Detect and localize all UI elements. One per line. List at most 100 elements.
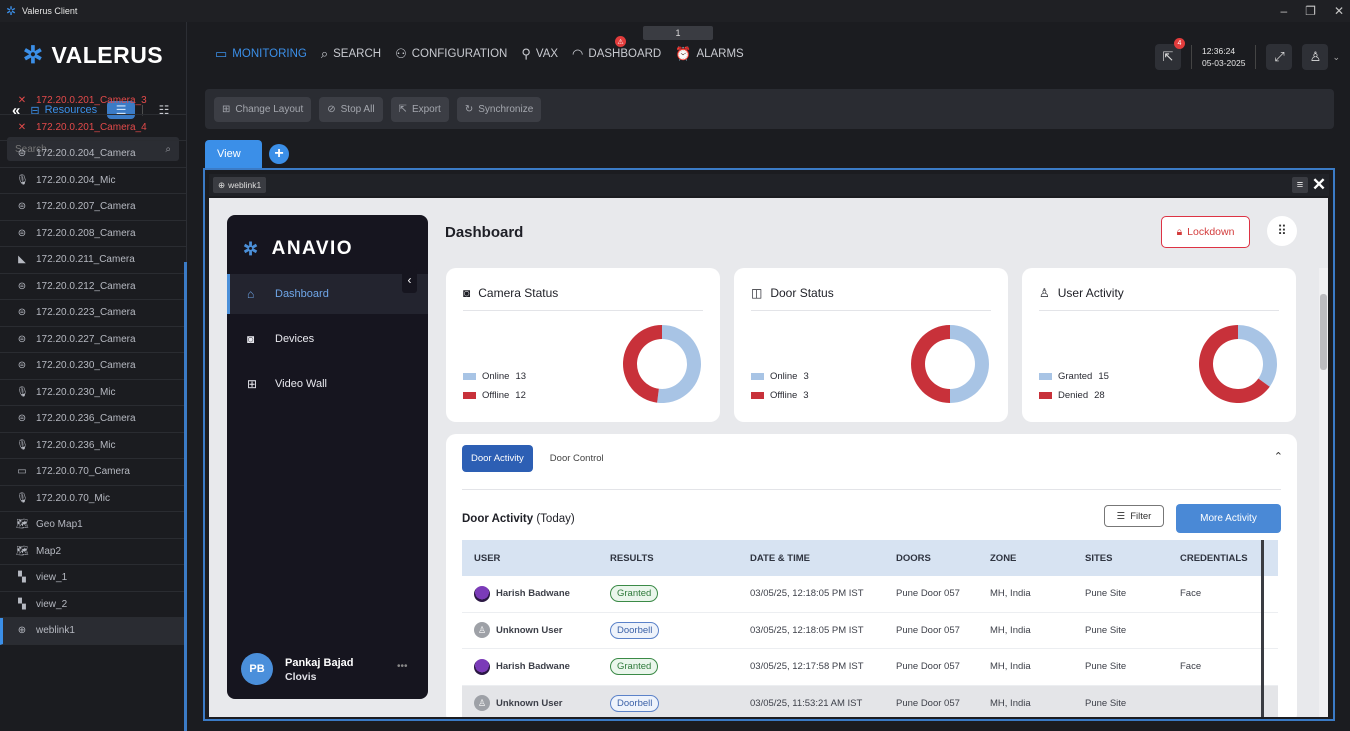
- sidebar-collapse-button[interactable]: ‹: [402, 267, 417, 293]
- table-scrollbar[interactable]: [1261, 540, 1264, 717]
- synchronize-button[interactable]: ↻ Synchronize: [456, 96, 542, 122]
- donut-slice-granted[interactable]: [1238, 325, 1277, 387]
- table-row[interactable]: ♙ Unknown User Doorbell 03/05/25, 11:53:21 …: [462, 685, 1278, 717]
- door-activity-panel: Door Activity Door Control ⌃ Door Activi…: [446, 434, 1297, 717]
- resource-item[interactable]: ▭ 172.20.0.70_Camera: [0, 459, 186, 486]
- user-name: Pankaj Bajad: [285, 656, 354, 669]
- resource-item[interactable]: ⊜ 172.20.0.230_Camera: [0, 353, 186, 380]
- dome-camera-icon: ⊜: [17, 148, 27, 160]
- resource-item[interactable]: ⊕ weblink1: [0, 618, 186, 645]
- resource-item[interactable]: ⊜ 172.20.0.223_Camera: [0, 300, 186, 327]
- nav-vax[interactable]: ⚲ VAX: [521, 46, 558, 62]
- anavio-logo: ✲ ANAVIO: [243, 238, 353, 260]
- col-doors[interactable]: DOORS: [896, 553, 990, 564]
- nav-search[interactable]: ⌕ SEARCH: [321, 46, 381, 62]
- resource-item[interactable]: ⊜ 172.20.0.236_Camera: [0, 406, 186, 433]
- resource-item[interactable]: ▚ view_1: [0, 565, 186, 592]
- resource-item[interactable]: 🎙︎ 172.20.0.204_Mic: [0, 168, 186, 194]
- weblink-header: ⊕ weblink1 ≡ ✕: [209, 174, 1329, 196]
- nav-label: SEARCH: [333, 48, 382, 60]
- change-layout-button[interactable]: ⊞ Change Layout: [214, 96, 312, 122]
- close-tile-button[interactable]: ✕: [1311, 175, 1327, 194]
- resource-label: view_1: [36, 572, 68, 584]
- resource-item[interactable]: ⊜ 172.20.0.208_Camera: [0, 221, 186, 247]
- menu-item-video-wall[interactable]: ⊞ Video Wall: [227, 364, 428, 404]
- resource-item[interactable]: ✕ 172.20.0.201_Camera_4: [0, 115, 186, 141]
- nav-configuration[interactable]: ⚇ CONFIGURATION: [395, 46, 507, 62]
- resource-item[interactable]: 🎙︎ 172.20.0.236_Mic: [0, 433, 186, 459]
- more-activity-button[interactable]: More Activity: [1176, 504, 1281, 533]
- resource-item[interactable]: ▚ view_2: [0, 592, 186, 618]
- user-more-button[interactable]: •••: [397, 661, 408, 672]
- view-tab[interactable]: View: [205, 140, 262, 168]
- resource-item[interactable]: 🗺︎ Geo Map1: [0, 512, 186, 539]
- resource-label: 172.20.0.236_Mic: [36, 439, 116, 451]
- resource-item[interactable]: ◣ 172.20.0.211_Camera: [0, 247, 186, 274]
- activity-title-text: Door Activity: [462, 513, 534, 525]
- stop-all-button[interactable]: ⊘ Stop All: [319, 96, 383, 122]
- col-sites[interactable]: SITES: [1085, 553, 1180, 564]
- nav-monitoring[interactable]: ▭ MONITORING: [215, 46, 307, 62]
- chevron-down-icon[interactable]: ⌄: [1332, 52, 1340, 63]
- user-icon: ♙: [1039, 286, 1050, 300]
- camera-offline-icon: ✕: [17, 121, 27, 133]
- tab-door-activity[interactable]: Door Activity: [462, 445, 533, 472]
- legend-granted: Granted 15: [1039, 371, 1109, 382]
- lockdown-button[interactable]: 🔒︎ Lockdown: [1161, 216, 1250, 248]
- resource-item[interactable]: 🎙︎ 172.20.0.70_Mic: [0, 486, 186, 512]
- chevron-up-icon[interactable]: ⌃: [1274, 450, 1283, 463]
- export-button[interactable]: ⇱ Export: [390, 96, 449, 122]
- user-menu-button[interactable]: ♙: [1302, 44, 1329, 70]
- col-datetime[interactable]: DATE & TIME: [750, 553, 896, 564]
- donut-slice-offline[interactable]: [623, 325, 662, 403]
- resource-item[interactable]: ⊜ 172.20.0.207_Camera: [0, 194, 186, 221]
- home-icon: ⌂: [247, 287, 255, 301]
- resource-item[interactable]: ⊜ 172.20.0.212_Camera: [0, 274, 186, 300]
- brand-logo: ✲ VALERUS: [0, 22, 187, 88]
- legend-value: 28: [1094, 390, 1105, 401]
- nav-alarms[interactable]: ⏰ ALARMS: [675, 46, 743, 62]
- microphone-icon: 🎙︎: [16, 492, 29, 504]
- view-frame: ⊕ weblink1 ≡ ✕ ✲ ANAVIO ⌂ Dashboard ◙ De…: [203, 168, 1335, 721]
- table-row[interactable]: ♙ Unknown User Doorbell 03/05/25, 12:18:05 …: [462, 613, 1278, 649]
- minimize-button[interactable]: –: [1280, 4, 1287, 18]
- resource-item[interactable]: 🎙︎ 172.20.0.230_Mic: [0, 380, 186, 406]
- table-row[interactable]: Harish Badwane Granted 03/05/25, 12:17:58 …: [462, 649, 1278, 686]
- resource-scrollbar[interactable]: [184, 262, 187, 731]
- menu-item-devices[interactable]: ◙ Devices: [227, 319, 428, 359]
- filter-button[interactable]: ☰ Filter: [1104, 505, 1164, 527]
- button-label: Change Layout: [235, 103, 304, 115]
- microphone-icon: 🎙︎: [16, 386, 29, 398]
- resource-label: 172.20.0.227_Camera: [36, 333, 136, 345]
- col-user[interactable]: USER: [462, 553, 610, 564]
- resource-item[interactable]: 🗺︎ Map2: [0, 539, 186, 565]
- add-view-button[interactable]: +: [269, 144, 289, 164]
- tile-menu-button[interactable]: ≡: [1292, 177, 1308, 193]
- resource-item[interactable]: ⊜ 172.20.0.204_Camera: [0, 141, 186, 168]
- apps-grid-button[interactable]: ⠿: [1267, 216, 1297, 246]
- resource-item[interactable]: ✕ 172.20.0.201_Camera_3: [0, 88, 186, 115]
- user-profile[interactable]: PB Pankaj Bajad Clovis: [241, 653, 353, 685]
- resource-item[interactable]: ⊜ 172.20.0.227_Camera: [0, 327, 186, 353]
- legend-value: 12: [515, 390, 526, 401]
- col-zone[interactable]: ZONE: [990, 553, 1085, 564]
- tab-door-control[interactable]: Door Control: [541, 445, 613, 472]
- donut-slice-offline[interactable]: [911, 325, 950, 403]
- table-row[interactable]: Harish Badwane Granted 03/05/25, 12:18:05 …: [462, 576, 1278, 613]
- col-results[interactable]: RESULTS: [610, 553, 750, 564]
- donut-slice-online[interactable]: [657, 325, 701, 403]
- result-badge: Doorbell: [610, 694, 660, 712]
- close-button[interactable]: ✕: [1334, 4, 1344, 18]
- nav-dashboard[interactable]: ◠ DASHBOARD: [572, 46, 661, 62]
- fullscreen-button[interactable]: ⤢: [1266, 44, 1293, 70]
- page-scrollbar[interactable]: [1319, 268, 1328, 717]
- resource-label: 172.20.0.230_Mic: [36, 386, 116, 398]
- expand-icon: ⤢: [1274, 49, 1285, 64]
- menu-item-dashboard[interactable]: ⌂ Dashboard: [227, 274, 428, 314]
- maximize-button[interactable]: ❐: [1305, 4, 1316, 18]
- avatar: PB: [241, 653, 273, 685]
- resource-label: 172.20.0.208_Camera: [36, 227, 136, 239]
- tab-counter[interactable]: 1: [643, 26, 713, 40]
- notifications-button[interactable]: ⇱ 4: [1154, 38, 1185, 70]
- donut-slice-online[interactable]: [950, 325, 989, 403]
